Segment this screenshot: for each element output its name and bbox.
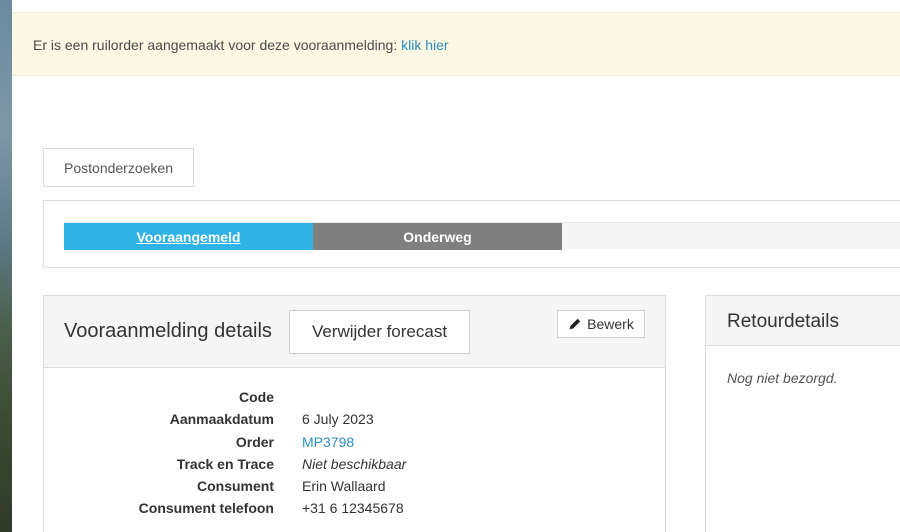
detail-value: +31 6 12345678 xyxy=(302,500,404,517)
detail-label: Track en Trace xyxy=(176,455,274,472)
detail-row-consument-telefoon: Consument telefoon +31 6 12345678 xyxy=(44,497,664,519)
alert-link[interactable]: klik hier xyxy=(401,37,448,53)
return-panel-header: Retourdetails xyxy=(706,296,900,346)
details-panel-header: Vooraanmelding details Verwijder forecas… xyxy=(44,296,665,368)
alert-text: Er is een ruilorder aangemaakt voor deze… xyxy=(33,37,398,53)
return-status-note: Nog niet bezorgd. xyxy=(727,370,838,386)
step-onderweg: Onderweg xyxy=(313,223,562,250)
status-progress-panel: Vooraangemeld Onderweg xyxy=(43,200,900,268)
return-title: Retourdetails xyxy=(727,311,839,332)
detail-label: Consument telefoon xyxy=(138,500,274,517)
detail-row-consument: Consument Erin Wallaard xyxy=(44,475,664,497)
detail-value: Niet beschikbaar xyxy=(302,455,407,472)
details-panel: Vooraanmelding details Verwijder forecas… xyxy=(43,295,666,532)
details-title: Vooraanmelding details xyxy=(64,320,272,342)
background-photo-strip xyxy=(0,0,12,532)
detail-label: Aanmaakdatum xyxy=(169,411,274,428)
detail-label: Code xyxy=(239,389,274,405)
detail-label: Order xyxy=(235,433,274,450)
edit-button[interactable]: Bewerk xyxy=(557,310,645,338)
remove-forecast-button[interactable]: Verwijder forecast xyxy=(289,310,470,354)
detail-value: 6 July 2023 xyxy=(302,411,374,428)
detail-value: Erin Wallaard xyxy=(302,478,386,495)
detail-row-aanmaakdatum: Aanmaakdatum 6 July 2023 xyxy=(44,408,664,430)
detail-row-track-en-trace: Track en Trace Niet beschikbaar xyxy=(44,453,664,475)
progress-track: Vooraangemeld Onderweg xyxy=(64,222,900,250)
return-details-panel: Retourdetails Nog niet bezorgd. xyxy=(705,295,900,532)
detail-row-code: Code xyxy=(44,386,664,408)
postonderzoeken-button[interactable]: Postonderzoeken xyxy=(43,148,194,187)
step-vooraangemeld[interactable]: Vooraangemeld xyxy=(64,223,313,250)
details-list: Code Aanmaakdatum 6 July 2023 Order MP37… xyxy=(44,386,664,520)
detail-label: Consument xyxy=(197,478,274,495)
info-alert: Er is een ruilorder aangemaakt voor deze… xyxy=(12,12,900,76)
edit-button-label: Bewerk xyxy=(587,316,634,332)
order-link[interactable]: MP3798 xyxy=(302,431,354,453)
detail-row-order: Order MP3798 xyxy=(44,431,664,453)
pencil-icon xyxy=(569,318,581,330)
alert-message: Er is een ruilorder aangemaakt voor deze… xyxy=(33,37,449,53)
